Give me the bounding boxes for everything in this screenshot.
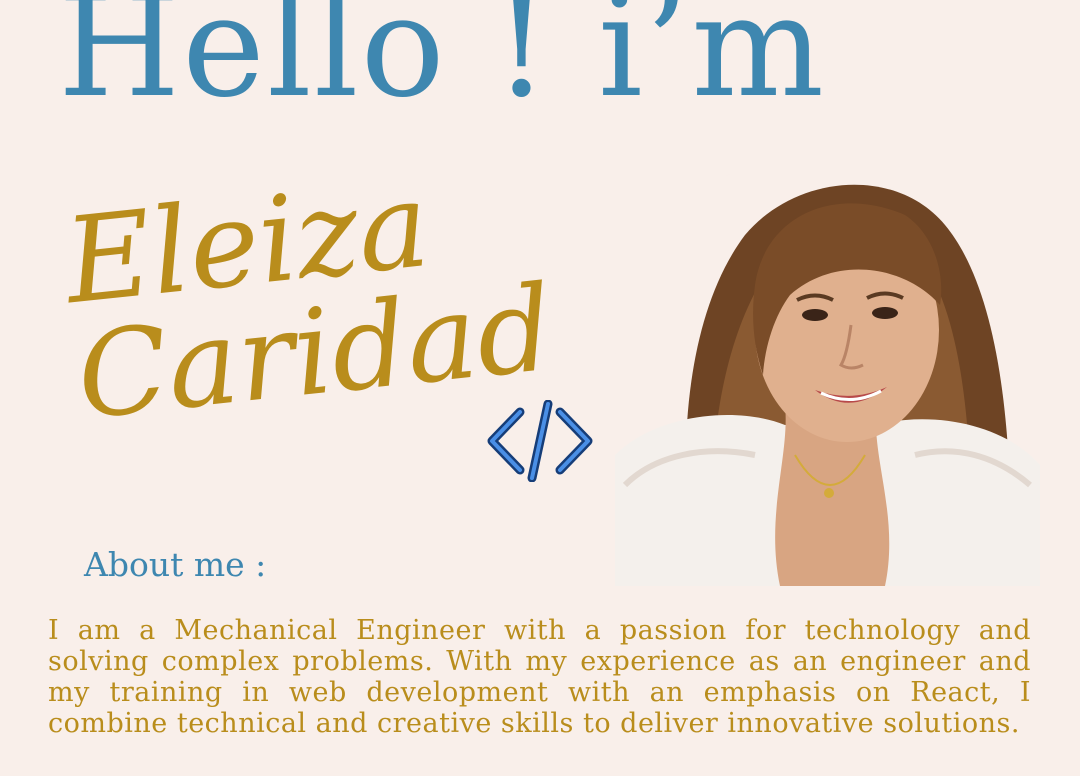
about-heading: About me : — [84, 545, 267, 584]
profile-name: Eleiza Caridad — [59, 155, 559, 445]
profile-photo — [615, 155, 1040, 586]
greeting-title: Hello ! i’m — [58, 0, 827, 129]
about-text: I am a Mechanical Engineer with a passio… — [48, 615, 1031, 739]
code-brackets-icon — [486, 399, 594, 483]
